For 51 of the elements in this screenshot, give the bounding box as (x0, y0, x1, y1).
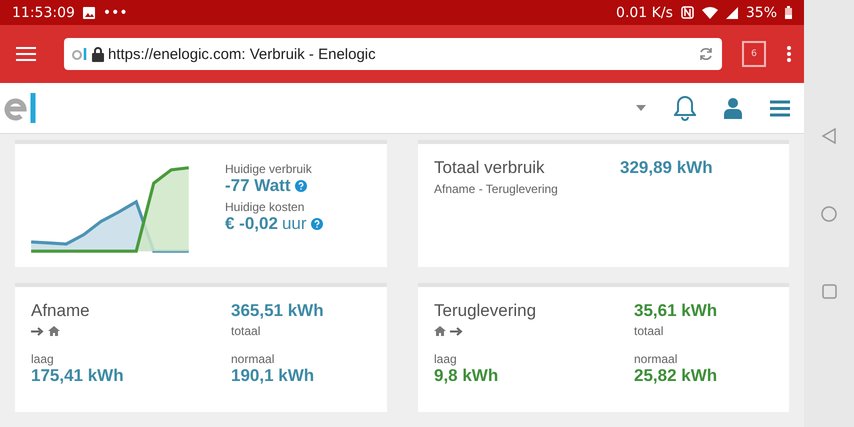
more-icon[interactable] (786, 45, 792, 63)
arrow-icon (450, 326, 463, 336)
meter-title: Teruglevering (434, 301, 538, 321)
total-label: totaal (231, 324, 262, 338)
low-value: 175,41 kWh (31, 366, 125, 386)
low-label: laag (434, 352, 458, 366)
clock: 11:53:09 (12, 4, 75, 20)
total-subtitle: Afname - Teruglevering (434, 182, 559, 196)
meter-title: Afname (31, 301, 91, 321)
user-icon[interactable] (724, 97, 742, 119)
url-text: https://enelogic.com: Verbruik - Enelogic (108, 46, 377, 62)
home-icon[interactable] (821, 206, 837, 222)
signal-icon (726, 6, 738, 18)
reload-icon[interactable] (698, 46, 714, 62)
help-icon[interactable] (310, 218, 323, 230)
low-label: laag (31, 352, 55, 366)
recents-icon[interactable] (822, 284, 836, 299)
normal-label: normaal (231, 352, 276, 366)
notification-dots: ••• (102, 4, 128, 20)
nfc-icon (680, 6, 694, 19)
enelogic-logo[interactable] (4, 93, 38, 123)
cost-value: € -0,02 (225, 214, 278, 234)
site-logo (72, 46, 88, 62)
arrow-icon (31, 326, 44, 336)
house-icon (48, 326, 60, 336)
house-icon (434, 326, 446, 336)
battery-level: 35% (746, 4, 777, 20)
usage-label: Huidige verbruik (225, 162, 313, 176)
address-bar[interactable]: https://enelogic.com: Verbruik - Enelogic (64, 38, 722, 70)
total-title: Totaal verbruik (434, 158, 546, 178)
network-speed: 0.01 K/s (616, 4, 673, 20)
low-value: 9,8 kWh (434, 366, 500, 386)
total-value: 365,51 kWh (231, 301, 324, 321)
total-label: totaal (634, 324, 664, 338)
caret-icon[interactable] (636, 105, 646, 111)
total-value: 35,61 kWh (634, 301, 718, 321)
image-icon (82, 6, 95, 18)
usage-value: -77 Watt (225, 176, 290, 196)
wifi-icon (702, 6, 718, 18)
lock-icon (92, 46, 104, 62)
normal-label: normaal (634, 352, 678, 366)
bell-icon[interactable] (674, 95, 696, 121)
help-icon[interactable] (294, 180, 306, 192)
back-icon[interactable] (822, 128, 836, 144)
cost-unit: uur (282, 214, 307, 234)
cost-label: Huidige kosten (225, 200, 306, 214)
total-usage-value: 329,89 kWh (620, 158, 713, 178)
normal-value: 25,82 kWh (634, 366, 718, 386)
normal-value: 190,1 kWh (231, 366, 316, 386)
battery-icon (785, 6, 792, 19)
menu-icon[interactable] (770, 100, 790, 116)
